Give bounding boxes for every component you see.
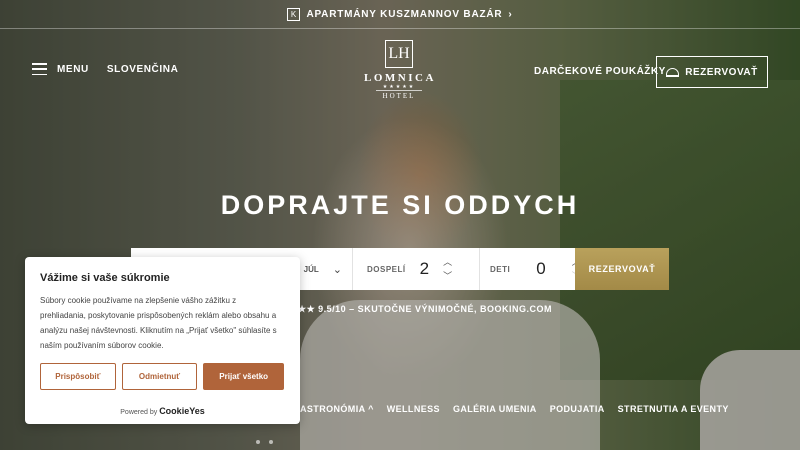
gift-vouchers-link[interactable]: DARČEKOVÉ POUKÁŽKY: [534, 66, 666, 77]
k-logo-icon: K: [287, 7, 301, 21]
rating-line: ★★ 9.5/10 – SKUTOČNE VÝNIMOČNÉ, BOOKING.…: [298, 304, 552, 315]
date-month: JÚL: [303, 264, 319, 274]
powered-by: Powered by CookieYes: [25, 406, 300, 416]
chevron-down-icon[interactable]: ⌄: [333, 263, 342, 276]
logo-name: LOMNICA: [364, 72, 436, 84]
rating-text: 9.5/10 – SKUTOČNE VÝNIMOČNÉ, BOOKING.COM: [318, 304, 553, 314]
nav-podujatia[interactable]: PODUJATIA: [550, 404, 605, 414]
logo-mark: LH: [385, 40, 413, 68]
hamburger-icon[interactable]: [32, 63, 47, 75]
reserve-button-label: REZERVOVAŤ: [685, 66, 758, 78]
adults-field[interactable]: DOSPELÍ 2 ︿ ﹀: [353, 248, 480, 290]
reserve-button-top[interactable]: REZERVOVAŤ: [656, 56, 768, 88]
chevron-down-icon[interactable]: ﹀: [443, 269, 452, 283]
reserve-button[interactable]: REZERVOVAŤ: [575, 248, 669, 290]
bell-icon: [666, 67, 680, 77]
section-nav: ASTRONÓMIA ^ WELLNESS GALÉRIA UMENIA POD…: [300, 404, 729, 414]
cookie-buttons: Prispôsobiť Odmietnuť Prijať všetko: [40, 363, 284, 390]
accept-all-button[interactable]: Prijať všetko: [203, 363, 284, 390]
nav-astronomia[interactable]: ASTRONÓMIA ^: [300, 404, 374, 414]
cookie-text: Súbory cookie používame na zlepšenie váš…: [40, 296, 277, 350]
chevron-up-icon[interactable]: ︿: [443, 255, 452, 269]
language-selector[interactable]: SLOVENČINA: [107, 64, 179, 75]
nav-eventy[interactable]: STRETNUTIA A EVENTY: [618, 404, 729, 414]
slider-dot[interactable]: [269, 440, 273, 444]
logo-subtitle: HOTEL: [376, 90, 422, 100]
cookie-title: Vážime si vaše súkromie: [40, 272, 170, 284]
nav-left: MENU SLOVENČINA: [32, 63, 178, 75]
logo-stars: ★★★★★: [382, 84, 416, 90]
hero-headline: DOPRAJTE SI ODDYCH: [220, 190, 580, 220]
star-icon: ★★: [298, 304, 316, 314]
powered-by-label: Powered by: [120, 409, 158, 416]
menu-button[interactable]: MENU: [57, 64, 89, 75]
hotel-logo[interactable]: LH LOMNICA ★★★★★ HOTEL: [364, 40, 434, 100]
slider-dot[interactable]: [256, 440, 260, 444]
adults-label: DOSPELÍ: [367, 264, 406, 274]
adults-value: 2: [419, 259, 430, 278]
slider-dots: [256, 440, 273, 444]
cookie-consent-dialog: Vážime si vaše súkromie Súbory cookie po…: [25, 257, 300, 424]
nav-galeria[interactable]: GALÉRIA UMENIA: [453, 404, 537, 414]
reject-button[interactable]: Odmietnuť: [121, 363, 198, 390]
kids-value: 0: [536, 259, 546, 278]
kids-field[interactable]: DETI 0 ︿ ﹀: [480, 248, 581, 290]
nav-wellness[interactable]: WELLNESS: [387, 404, 440, 414]
chevron-right-icon: ›: [508, 8, 513, 20]
adults-stepper[interactable]: ︿ ﹀: [443, 255, 452, 283]
announcement-link[interactable]: APARTMÁNY KUSZMANNOV BAZÁR: [306, 9, 502, 20]
kids-label: DETI: [490, 264, 511, 274]
top-announcement-bar[interactable]: K APARTMÁNY KUSZMANNOV BAZÁR ›: [0, 0, 800, 29]
customize-button[interactable]: Prispôsobiť: [40, 363, 116, 390]
cookieyes-logo[interactable]: CookieYes: [159, 406, 205, 416]
